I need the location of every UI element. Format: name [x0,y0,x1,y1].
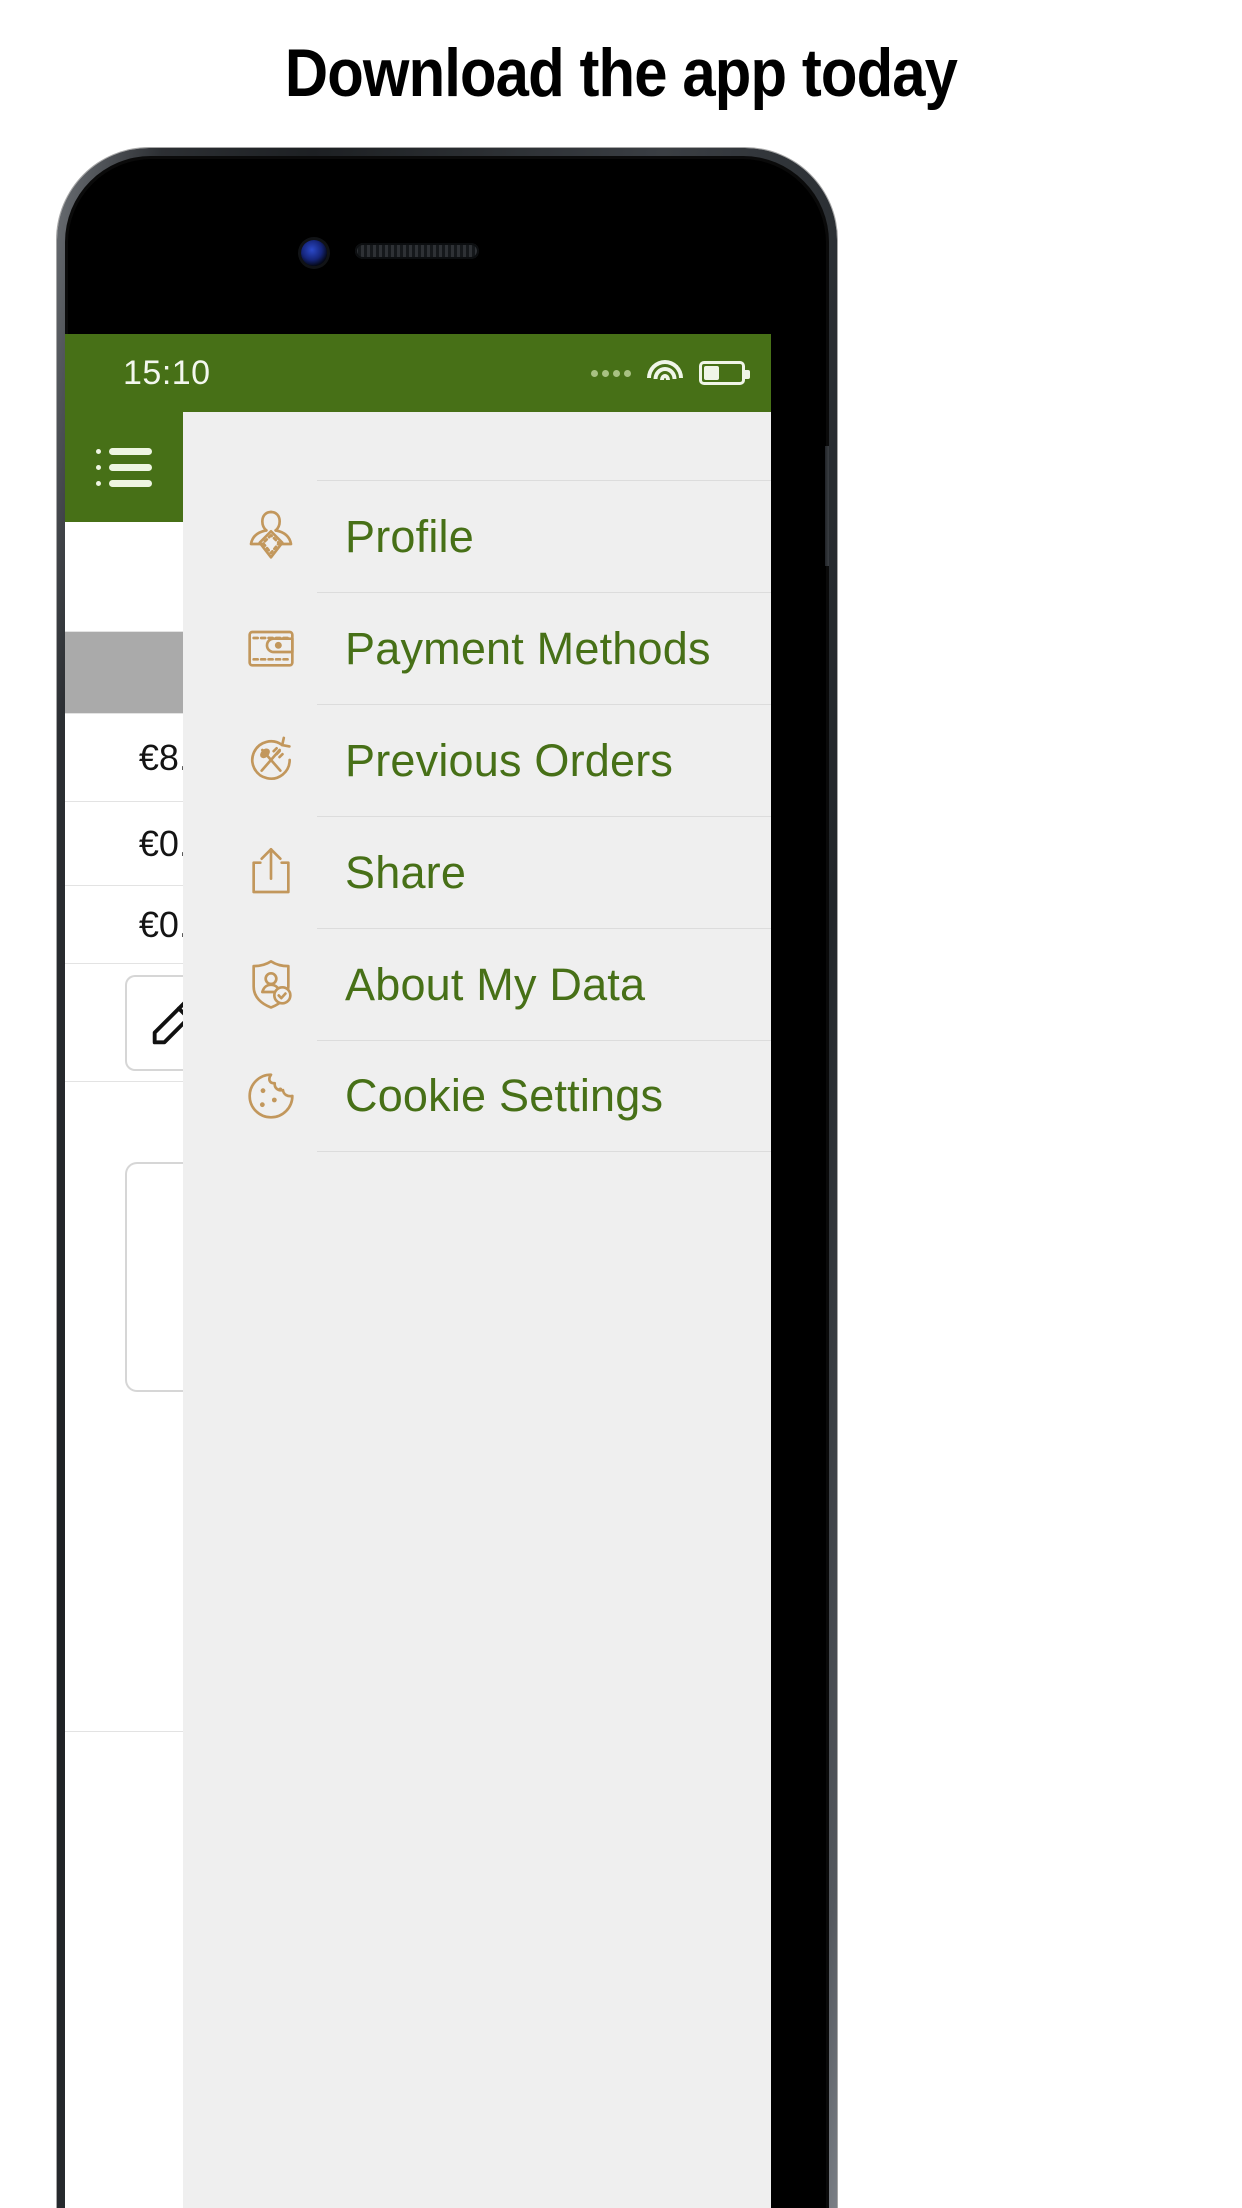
status-time: 15:10 [123,353,211,392]
background-row-highlighted[interactable] [65,632,183,714]
drawer-item-cookie-settings[interactable]: Cookie Settings [183,1040,771,1152]
drawer-item-about-my-data[interactable]: About My Data [183,928,771,1040]
drawer-menu: Profile Payment Methods Previous Orders … [183,412,771,1152]
status-bar: 15:10 [65,334,771,412]
power-button[interactable] [825,446,829,566]
phone-screen: 15:10 €8 €0 €0 Profile Payment Methods P… [65,334,771,2208]
background-row[interactable]: €0.00 [65,886,183,964]
edit-button[interactable] [125,974,183,1071]
drawer-item-payment-methods[interactable]: Payment Methods [183,592,771,704]
drawer-item-label: Share [317,816,771,928]
share-upload-icon [225,840,317,904]
drawer-item-previous-orders[interactable]: Previous Orders [183,704,771,816]
drawer-item-label: About My Data [317,928,771,1040]
front-camera-icon [301,240,327,266]
phone-body: 15:10 €8 €0 €0 Profile Payment Methods P… [65,156,829,2208]
pencil-edit-icon [152,1001,183,1044]
drawer-item-label: Previous Orders [317,704,771,816]
background-row[interactable] [65,522,183,632]
background-row-value: €0.00 [138,903,183,945]
battery-icon [699,361,750,385]
background-order-list: €8.20 €0.35 €0.00 [65,412,183,2208]
drawer-item-label: Profile [317,480,771,592]
signal-dots-icon [591,369,631,377]
hamburger-list-icon[interactable] [96,447,152,487]
background-row[interactable]: €0.35 [65,802,183,886]
profile-person-icon [225,504,317,568]
background-row[interactable]: €8.20 [65,714,183,802]
promo-screenshot: Download the app today 15:10 €8 €0 €0 Pr… [0,0,1242,2208]
background-edit-row[interactable] [65,964,183,1082]
background-gap [65,1082,183,1152]
drawer-item-label: Payment Methods [317,592,771,704]
drawer-item-profile[interactable]: Profile [183,480,771,592]
page-title: Download the app today [284,35,958,111]
background-row-value: €0.35 [138,822,183,864]
phone-mockup: 15:10 €8 €0 €0 Profile Payment Methods P… [57,148,837,2208]
cutlery-refresh-icon [225,728,317,792]
wifi-icon [647,360,683,386]
shield-person-icon [225,952,317,1016]
background-row[interactable] [65,1642,183,1732]
app-nav-bar [65,412,183,522]
side-drawer: Profile Payment Methods Previous Orders … [183,412,771,2208]
background-row-value: €8.20 [138,736,183,778]
drawer-item-share[interactable]: Share [183,816,771,928]
earpiece-speaker-icon [355,243,479,259]
background-card[interactable] [125,1162,183,1392]
background-card-row[interactable] [65,1152,183,1402]
wallet-icon [225,616,317,680]
cookie-icon [225,1064,317,1128]
app-content: €8.20 €0.35 €0.00 [65,412,771,2208]
drawer-item-label: Cookie Settings [317,1040,771,1152]
status-indicators [591,360,750,386]
background-gap [65,1402,183,1642]
